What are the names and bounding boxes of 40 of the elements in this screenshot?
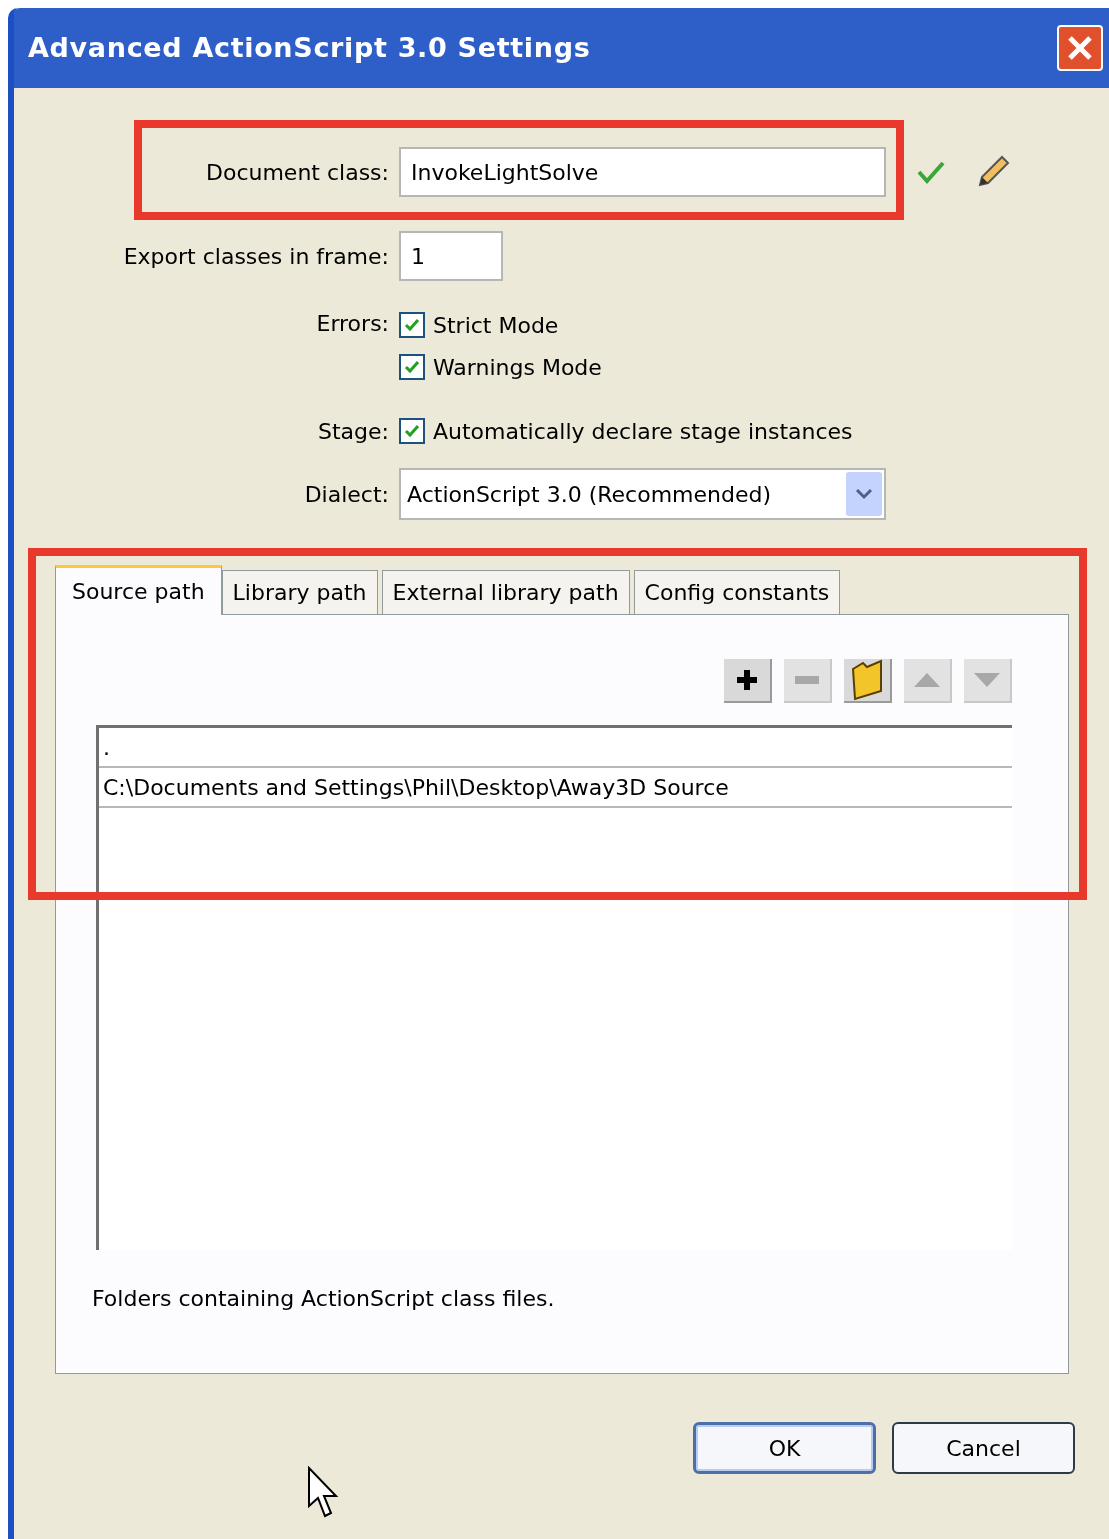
checkbox-label: Strict Mode [433,311,559,340]
help-text: Folders containing ActionScript class files. [92,1285,556,1313]
checkmark-icon[interactable] [916,159,946,185]
tab[interactable]: Config constants [633,570,841,614]
path-row[interactable]: C:\Documents and Settings\Phil\Desktop\Away3D Source [99,768,1012,808]
field-label: Document class: [205,158,390,187]
document-class-field[interactable]: InvokeLightSolve [399,147,886,197]
dropdown-button[interactable] [846,472,882,516]
checkbox[interactable] [399,418,425,444]
dialog-button[interactable]: Cancel [892,1422,1075,1474]
minus-icon [795,676,819,684]
checkbox[interactable] [399,312,425,338]
frame-number-field[interactable]: 1 [399,231,503,281]
checkmark-icon [403,422,421,440]
close-button[interactable] [1057,25,1103,71]
plus-icon [735,668,759,692]
chevron-down-icon [855,488,873,500]
field-label: Errors: [315,310,390,338]
tab[interactable]: Library path [221,570,378,614]
path-row[interactable]: . [99,728,1012,768]
checkmark-icon [403,358,421,376]
checkbox-label: Automatically declare stage instances [433,417,853,446]
close-icon [1067,35,1093,61]
field-label: Export classes in frame: [122,242,390,271]
toolbar-button[interactable] [844,659,892,703]
down-arrow-icon [974,673,1000,687]
checkbox-label: Warnings Mode [433,353,602,382]
toolbar-button[interactable] [724,659,772,703]
window-title: Advanced ActionScript 3.0 Settings [28,30,591,65]
checkmark-icon [403,316,421,334]
dialog-button[interactable]: OK [693,1422,876,1474]
dialect-dropdown[interactable]: ActionScript 3.0 (Recommended) [399,468,886,520]
mouse-cursor-icon [307,1466,339,1520]
up-arrow-icon [914,673,940,687]
field-label: Stage: [317,417,390,446]
folder-icon [849,659,885,701]
tab[interactable]: Source path [55,565,222,615]
field-label: Dialect: [303,480,390,509]
tab[interactable]: External library path [381,570,630,614]
checkbox[interactable] [399,354,425,380]
